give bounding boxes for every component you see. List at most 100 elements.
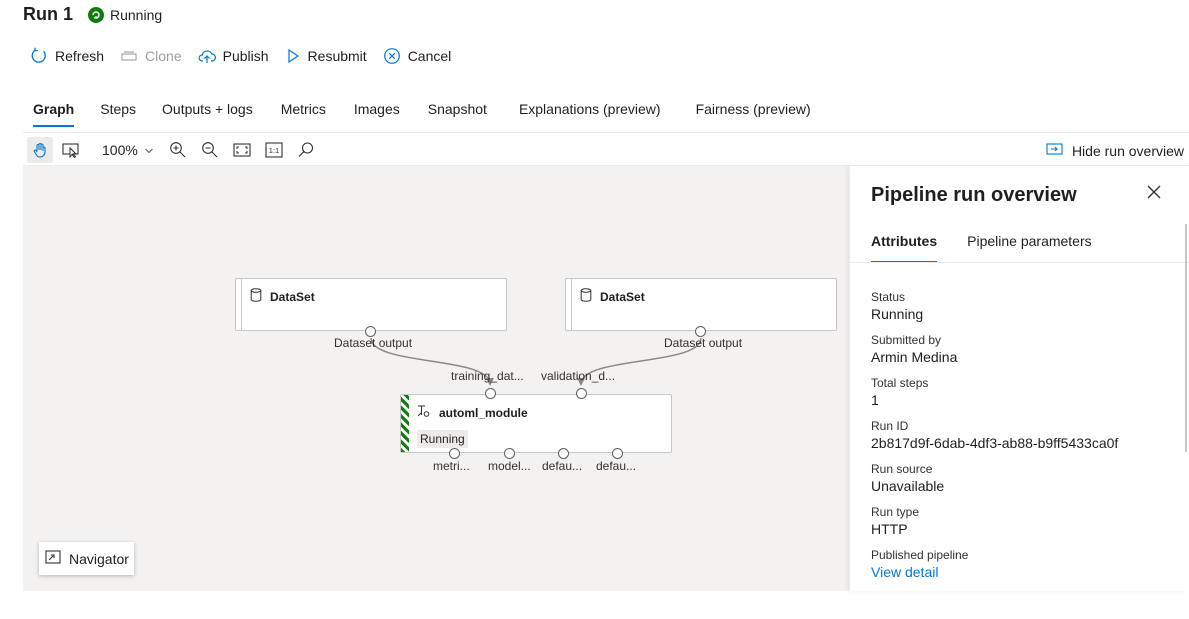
dataset-output-label: Dataset output (334, 336, 413, 350)
publish-label: Publish (222, 48, 269, 64)
graph-edges (370, 337, 702, 386)
fit-to-screen-icon[interactable] (232, 140, 252, 160)
cancel-button[interactable]: Cancel (383, 45, 452, 67)
clone-label: Clone (145, 48, 182, 64)
output-label-model: model... (488, 459, 531, 473)
run-status: Running (88, 7, 162, 23)
output-label-metrics: metri... (433, 459, 470, 473)
output-port-model[interactable] (504, 448, 515, 459)
panel-title: Pipeline run overview (871, 184, 1077, 206)
attr-label: Run source (871, 462, 933, 476)
refresh-label: Refresh (55, 48, 105, 64)
database-icon (580, 288, 592, 307)
run-toolbar: Refresh Clone Publish Resubmit Cancel (30, 45, 451, 67)
automl-module-node[interactable]: automl_module Running (400, 394, 672, 453)
tab-attributes[interactable]: Attributes (871, 233, 938, 263)
actual-size-label: 1:1 (269, 146, 279, 155)
resubmit-label: Resubmit (307, 48, 367, 64)
cancel-label: Cancel (407, 48, 452, 64)
database-icon (250, 288, 262, 307)
run-tabs: Graph Steps Outputs + logs Metrics Image… (23, 97, 821, 127)
module-icon (416, 404, 430, 423)
attr-run-source: Run source Unavailable (871, 462, 1118, 505)
zoom-dropdown[interactable]: 100% (102, 142, 154, 158)
tab-snapshot[interactable]: Snapshot (418, 97, 497, 127)
refresh-icon (30, 47, 48, 65)
tab-steps[interactable]: Steps (90, 97, 146, 127)
navigator-button[interactable]: Navigator (39, 542, 134, 575)
panel-toggle-icon (1046, 142, 1064, 159)
training-input-port[interactable] (485, 388, 496, 399)
automl-module-title: automl_module (439, 406, 528, 420)
output-port-default-2[interactable] (612, 448, 623, 459)
attr-label: Total steps (871, 376, 929, 390)
view-detail-link[interactable]: View detail (871, 564, 1118, 580)
tab-fairness[interactable]: Fairness (preview) (686, 97, 821, 127)
chevron-down-icon (144, 142, 154, 158)
dataset-node-2[interactable]: DataSet (565, 278, 837, 331)
running-status-icon (88, 7, 104, 23)
actual-size-icon[interactable]: 1:1 (264, 140, 284, 160)
attr-label: Run ID (871, 419, 909, 433)
attr-submitted-by: Submitted by Armin Medina (871, 333, 1118, 376)
zoom-in-icon[interactable] (168, 140, 188, 160)
validation-input-label: validation_d... (541, 369, 616, 383)
pan-hand-icon[interactable] (27, 137, 53, 163)
pipeline-canvas[interactable]: DataSet Dataset output DataSet Dataset o… (23, 166, 849, 591)
attr-value: HTTP (871, 521, 908, 537)
hide-run-overview-label: Hide run overview (1071, 142, 1184, 159)
dataset-node-title: DataSet (600, 290, 645, 304)
attr-value: Running (871, 306, 924, 322)
refresh-button[interactable]: Refresh (30, 45, 104, 67)
attr-label: Status (871, 290, 906, 304)
zoom-level: 100% (102, 142, 138, 158)
clone-icon (120, 47, 138, 65)
dataset-node-1[interactable]: DataSet (235, 278, 507, 331)
attr-value: Armin Medina (871, 349, 958, 365)
search-icon[interactable] (296, 140, 316, 160)
cancel-icon (383, 47, 401, 65)
run-status-label: Running (110, 7, 163, 23)
close-icon[interactable] (1147, 185, 1161, 204)
dataset-node-title: DataSet (270, 290, 315, 304)
cloud-upload-icon (198, 47, 216, 65)
attr-label: Run type (871, 505, 920, 519)
tab-outputs-logs[interactable]: Outputs + logs (152, 97, 263, 127)
output-port-metrics[interactable] (449, 448, 460, 459)
attr-run-id: Run ID 2b817d9f-6dab-4df3-ab88-b9ff5433c… (871, 419, 1118, 462)
select-pointer-icon[interactable] (61, 140, 81, 160)
zoom-out-icon[interactable] (200, 140, 220, 160)
graph-toolbar: 100% 1:1 Hide run overview (23, 132, 1189, 166)
navigator-icon (45, 550, 61, 567)
tab-graph[interactable]: Graph (23, 97, 84, 127)
panel-tabs: Attributes Pipeline parameters (871, 233, 1092, 263)
status-badge: Running (417, 430, 468, 448)
play-icon (285, 48, 301, 64)
hide-run-overview-button[interactable]: Hide run overview (1046, 142, 1184, 159)
attr-value: Unavailable (871, 478, 945, 494)
validation-input-port[interactable] (576, 388, 587, 399)
attr-published-pipeline: Published pipeline View detail (871, 548, 1118, 591)
training-input-label: training_dat... (451, 369, 524, 383)
attr-label: Published pipeline (871, 548, 969, 562)
attributes-list: Status Running Submitted by Armin Medina… (871, 290, 1118, 591)
tab-pipeline-parameters[interactable]: Pipeline parameters (967, 233, 1092, 263)
output-label-default-1: defau... (542, 459, 583, 473)
tab-metrics[interactable]: Metrics (271, 97, 336, 127)
pipeline-run-overview-panel: Pipeline run overview Attributes Pipelin… (849, 166, 1189, 591)
dataset-output-label: Dataset output (664, 336, 743, 350)
resubmit-button[interactable]: Resubmit (285, 45, 367, 67)
output-label-default-2: defau... (596, 459, 637, 473)
publish-button[interactable]: Publish (198, 45, 269, 67)
attr-run-type: Run type HTTP (871, 505, 1118, 548)
page-title: Run 1 (23, 4, 74, 24)
attr-value: 2b817d9f-6dab-4df3-ab88-b9ff5433ca0f (871, 435, 1119, 451)
navigator-label: Navigator (69, 550, 129, 567)
output-port-default-1[interactable] (558, 448, 569, 459)
clone-button[interactable]: Clone (120, 45, 182, 67)
tab-explanations[interactable]: Explanations (preview) (509, 97, 671, 127)
divider (850, 262, 1189, 263)
running-hatch-indicator (401, 395, 409, 452)
scrollbar[interactable] (1185, 224, 1187, 452)
tab-images[interactable]: Images (344, 97, 410, 127)
